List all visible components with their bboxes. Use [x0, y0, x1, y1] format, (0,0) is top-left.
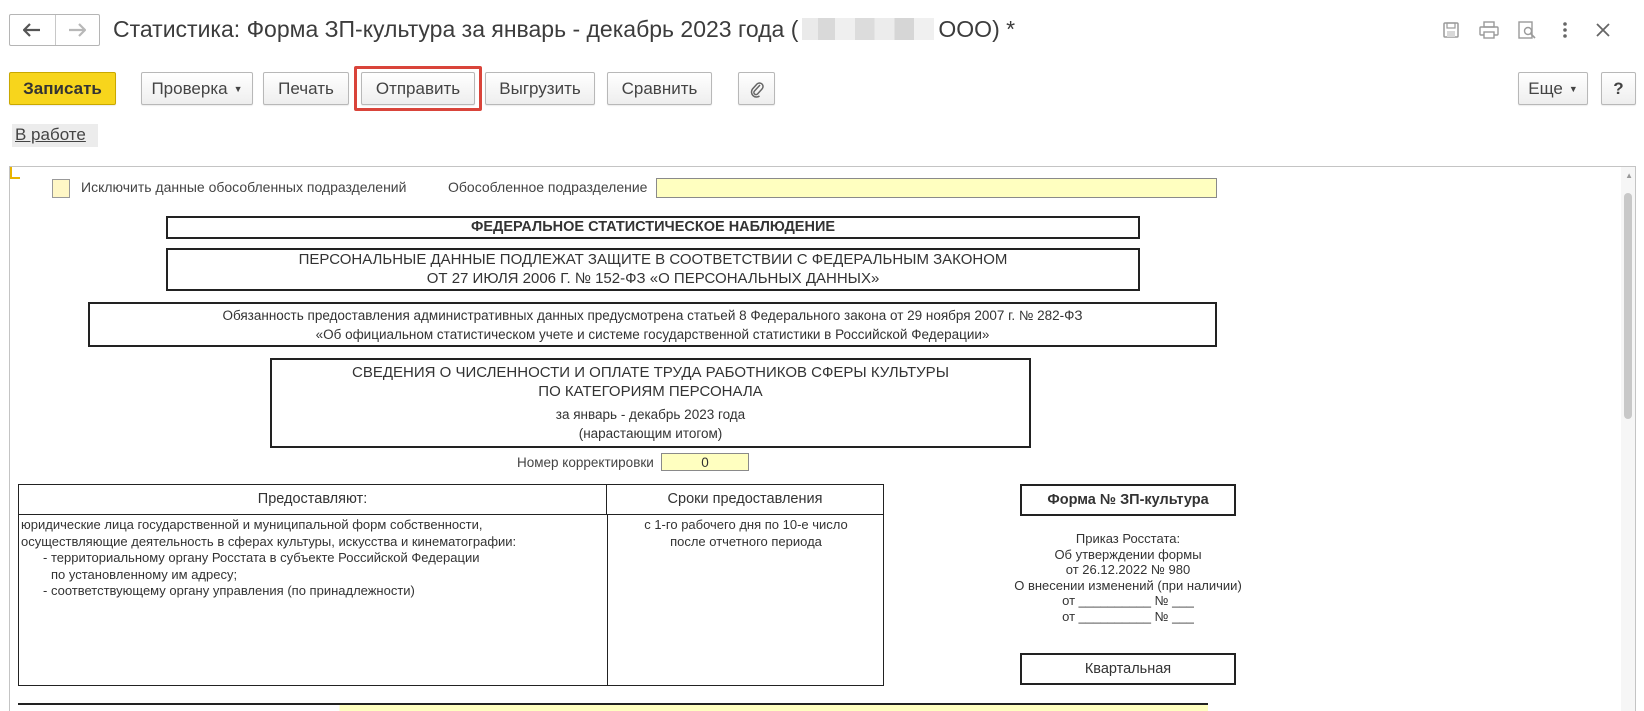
- save-icon[interactable]: [1432, 18, 1470, 42]
- recipients-table: Предоставляют: Сроки предоставления юрид…: [18, 484, 884, 686]
- navigation-group: [9, 14, 100, 46]
- subdivision-label: Обособленное подразделение: [448, 179, 648, 195]
- info-line-2: ПО КАТЕГОРИЯМ ПЕРСОНАЛА: [538, 383, 763, 400]
- order-line-2: Об утверждении формы: [1054, 546, 1202, 562]
- recipients-line-3: - территориальному органу Росстата в суб…: [43, 550, 480, 565]
- paperclip-icon: [750, 81, 764, 98]
- report-form: Исключить данные обособленных подразделе…: [9, 166, 1636, 711]
- personal-data-line-1: ПЕРСОНАЛЬНЫЕ ДАННЫЕ ПОДЛЕЖАТ ЗАЩИТЕ В СО…: [298, 251, 1008, 268]
- order-line-5: от __________ № ___: [1062, 593, 1194, 608]
- scroll-up-icon[interactable]: ▲: [1625, 171, 1633, 180]
- order-line-4: О внесении изменений (при наличии): [1014, 577, 1242, 593]
- obligation-line-1: Обязанность предоставления административ…: [222, 308, 1083, 323]
- federal-header: ФЕДЕРАЛЬНОЕ СТАТИСТИЧЕСКОЕ НАБЛЮДЕНИЕ: [166, 216, 1140, 239]
- print-button[interactable]: Печать: [263, 72, 349, 105]
- correction-number-field[interactable]: 0: [661, 453, 749, 471]
- check-button-label: Проверка: [151, 78, 228, 98]
- save-button[interactable]: Записать: [9, 72, 116, 105]
- order-line-6: от __________ № ___: [1062, 608, 1194, 624]
- redacted-organization: [802, 18, 935, 40]
- preview-icon[interactable]: [1508, 18, 1546, 42]
- scrollbar-thumb[interactable]: [1624, 193, 1632, 419]
- more-button[interactable]: Еще ▼: [1518, 72, 1588, 105]
- more-button-label: Еще: [1528, 78, 1563, 98]
- order-info: Приказ Росстата: Об утверждении формы от…: [1010, 531, 1246, 624]
- recipients-header: Предоставляют:: [19, 485, 607, 515]
- periodicity-box: Квартальная: [1020, 653, 1236, 685]
- more-vertical-icon[interactable]: [1546, 18, 1584, 42]
- chevron-down-icon: ▼: [1568, 83, 1578, 94]
- deadlines-line-1: с 1-го рабочего дня по 10-е число: [644, 517, 848, 532]
- form-number-box: Форма № ЗП-культура: [1020, 484, 1236, 516]
- personal-data-notice: ПЕРСОНАЛЬНЫЕ ДАННЫЕ ПОДЛЕЖАТ ЗАЩИТЕ В СО…: [166, 248, 1140, 291]
- obligation-notice: Обязанность предоставления административ…: [88, 302, 1217, 347]
- recipients-line-1: юридические лица государственной и муниц…: [21, 517, 483, 532]
- window-title: Статистика: Форма ЗП-культура за январь …: [113, 14, 1015, 44]
- chevron-down-icon: ▼: [233, 83, 243, 94]
- export-button[interactable]: Выгрузить: [485, 72, 595, 105]
- print-icon[interactable]: [1470, 18, 1508, 42]
- order-line-3: от 26.12.2022 № 980: [1065, 562, 1191, 577]
- arrow-left-icon: [23, 23, 41, 37]
- exclude-subdivisions-label: Исключить данные обособленных подразделе…: [81, 179, 407, 195]
- cell-marker: [10, 167, 20, 179]
- period-line: за январь - декабрь 2023 года: [555, 407, 746, 422]
- recipients-line-2: осуществляющие деятельность в сферах кул…: [21, 533, 517, 549]
- deadlines-line-2: после отчетного периода: [670, 533, 822, 549]
- vertical-scrollbar[interactable]: ▲: [1621, 167, 1635, 711]
- check-button[interactable]: Проверка ▼: [141, 72, 253, 105]
- cumulative-line: (нарастающим итогом): [578, 426, 723, 441]
- window-title-suffix: ООО) *: [938, 16, 1016, 42]
- title-bar: Статистика: Форма ЗП-культура за январь …: [0, 0, 1644, 58]
- report-info-box: СВЕДЕНИЯ О ЧИСЛЕННОСТИ И ОПЛАТЕ ТРУДА РА…: [270, 358, 1031, 448]
- attach-button[interactable]: [738, 72, 775, 105]
- window-title-prefix: Статистика: Форма ЗП-культура за январь …: [113, 16, 799, 42]
- deadlines-header: Сроки предоставления: [607, 485, 883, 515]
- exclude-subdivisions-checkbox[interactable]: [52, 179, 70, 198]
- recipients-line-5: - соответствующему органу управления (по…: [43, 583, 415, 598]
- window-actions: [1432, 18, 1622, 42]
- help-button[interactable]: ?: [1601, 72, 1636, 105]
- personal-data-line-2: ОТ 27 ИЮЛЯ 2006 Г. № 152-ФЗ «О ПЕРСОНАЛЬ…: [426, 270, 880, 287]
- order-line-1: Приказ Росстата:: [1075, 531, 1181, 546]
- column-divider: [607, 515, 608, 685]
- subdivision-field[interactable]: [656, 178, 1217, 198]
- status-link[interactable]: В работе: [12, 124, 98, 147]
- forward-button[interactable]: [54, 15, 100, 45]
- recipients-line-4: по установленному им адресу;: [51, 566, 238, 582]
- arrow-right-icon: [69, 23, 87, 37]
- compare-button[interactable]: Сравнить: [607, 72, 712, 105]
- info-line-1: СВЕДЕНИЯ О ЧИСЛЕННОСТИ И ОПЛАТЕ ТРУДА РА…: [352, 364, 949, 381]
- send-button-highlight: [354, 66, 482, 111]
- close-icon[interactable]: [1584, 18, 1622, 42]
- obligation-line-2: «Об официальном статистическом учете и с…: [315, 327, 990, 342]
- recipients-cell: юридические лица государственной и муниц…: [21, 517, 605, 600]
- next-section-edge: [18, 703, 1208, 711]
- command-bar: Записать Проверка ▼ Печать Отправить Выгр…: [0, 70, 1644, 110]
- correction-number-label: Номер корректировки: [517, 455, 654, 470]
- back-button[interactable]: [10, 15, 55, 45]
- deadlines-cell: с 1-го рабочего дня по 10-е число после …: [609, 517, 883, 550]
